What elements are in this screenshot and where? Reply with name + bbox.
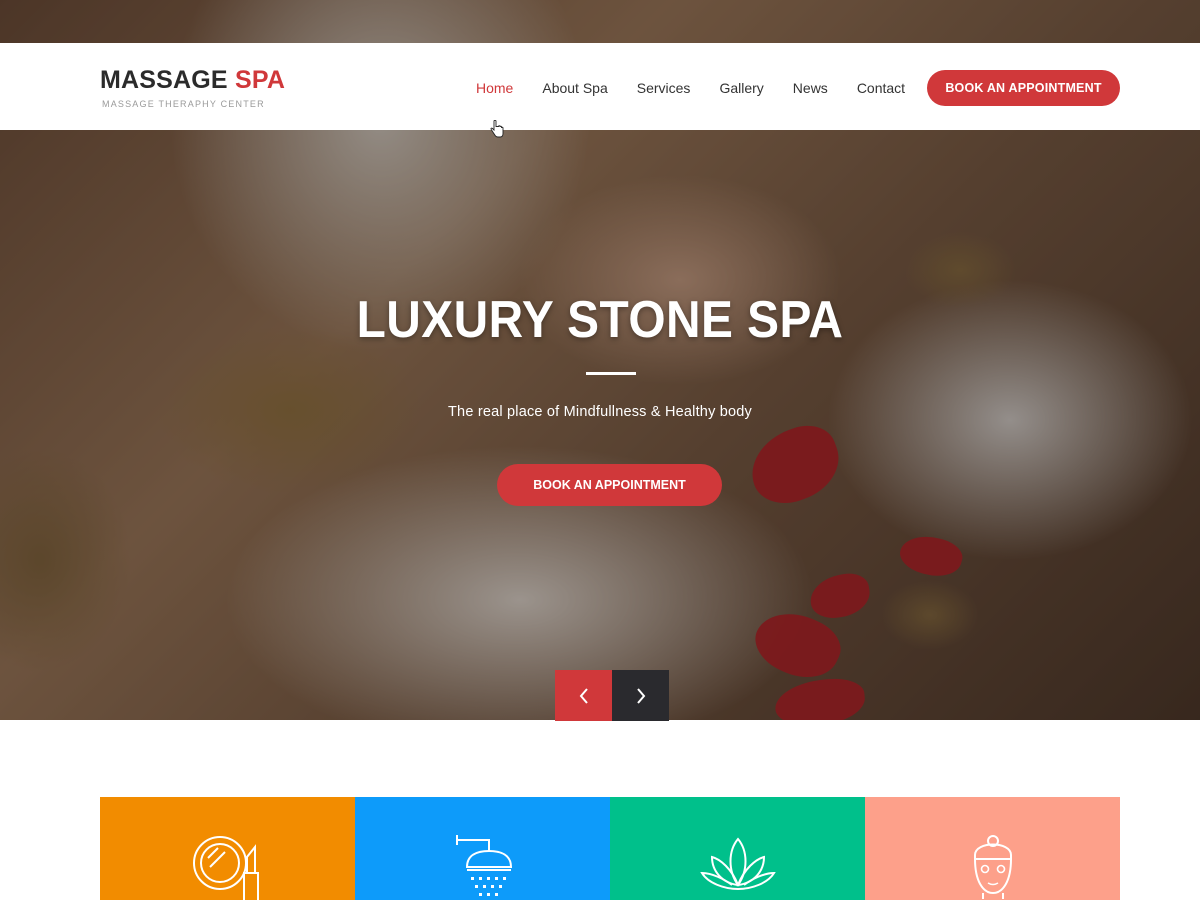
nav-item-gallery[interactable]: Gallery — [719, 80, 763, 96]
slider-next-button[interactable] — [612, 670, 669, 721]
lotus-icon — [699, 837, 776, 890]
site-logo[interactable]: MASSAGE SPA MASSAGE THERAPHY CENTER — [100, 67, 285, 109]
header-book-appointment-button[interactable]: BOOK AN APPOINTMENT — [927, 70, 1120, 106]
chevron-left-icon — [579, 687, 588, 704]
main-nav: Home About Spa Services Gallery News Con… — [476, 80, 934, 96]
site-header: MASSAGE SPA MASSAGE THERAPHY CENTER Home… — [0, 43, 1200, 130]
face-towel-icon — [973, 835, 1012, 899]
chevron-right-icon — [636, 687, 645, 704]
nav-item-contact[interactable]: Contact — [857, 80, 905, 96]
nav-item-about-spa[interactable]: About Spa — [542, 80, 607, 96]
nav-item-news[interactable]: News — [793, 80, 828, 96]
nav-item-services[interactable]: Services — [637, 80, 691, 96]
hero-subtitle: The real place of Mindfullness & Healthy… — [448, 404, 752, 420]
mirror-lipstick-icon — [192, 836, 259, 900]
hand-cursor-icon — [490, 120, 504, 138]
shower-icon — [455, 835, 512, 896]
hero-book-appointment-button[interactable]: BOOK AN APPOINTMENT — [497, 464, 722, 506]
hero-title: LUXURY STONE SPA — [356, 291, 844, 349]
logo-tagline: MASSAGE THERAPHY CENTER — [102, 99, 265, 109]
logo-name-accent: SPA — [234, 66, 286, 94]
feature-tile-lotus[interactable] — [610, 797, 865, 900]
feature-tile-makeup[interactable] — [100, 797, 355, 900]
hero-divider — [586, 372, 636, 375]
nav-item-home[interactable]: Home — [476, 80, 513, 96]
feature-tile-shower[interactable] — [355, 797, 610, 900]
logo-name-primary: MASSAGE — [100, 66, 228, 94]
feature-tile-facial[interactable] — [865, 797, 1120, 900]
slider-prev-button[interactable] — [555, 670, 612, 721]
logo-title: MASSAGE SPA — [100, 67, 285, 93]
feature-tiles — [100, 797, 1120, 900]
